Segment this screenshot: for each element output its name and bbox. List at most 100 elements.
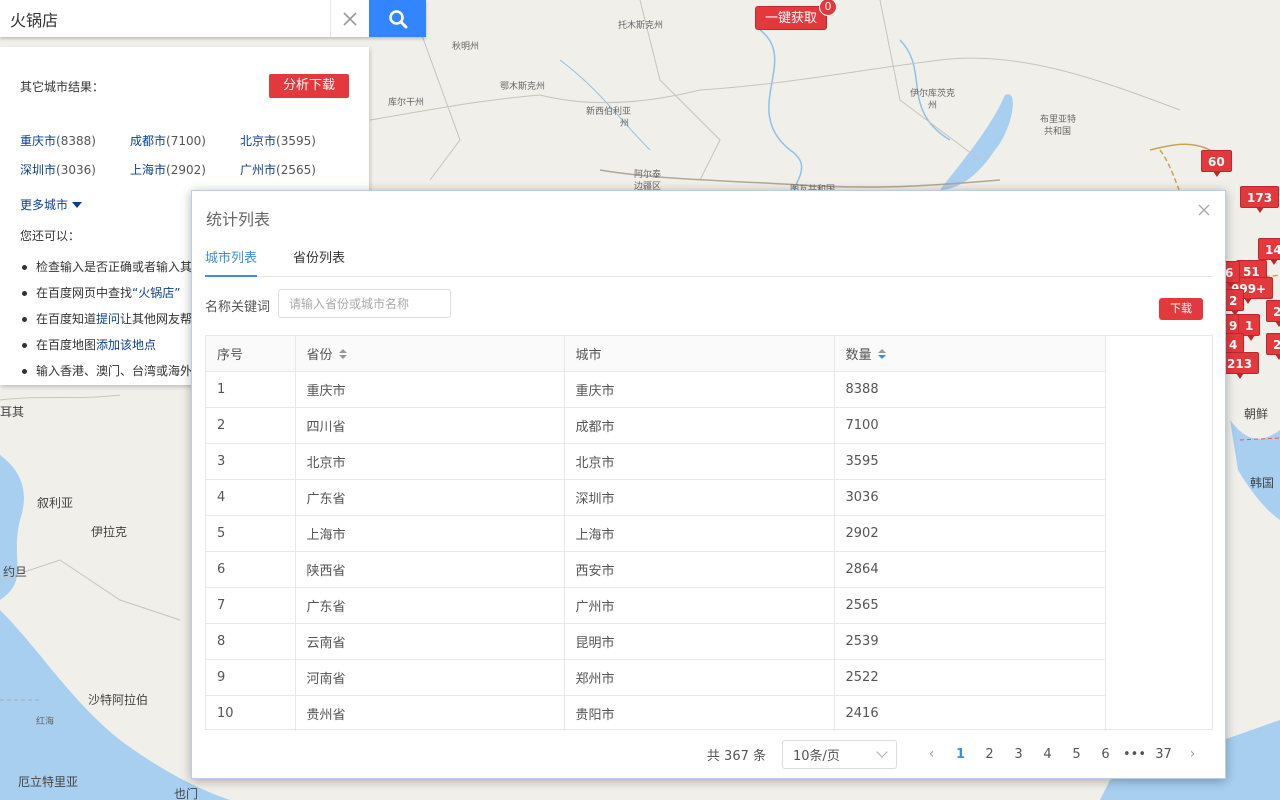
city-name: 广州市 [240,163,277,177]
analyze-download-button[interactable]: 分析下载 [269,74,349,98]
city-result-link[interactable]: 上海市(2902) [130,161,240,178]
next-page-button[interactable]: › [1178,746,1207,762]
cell-province: 贵州省 [295,695,565,731]
suggestion-text: 在百度网页中查找 [36,286,133,300]
map-place-label: 耳其 [0,405,25,419]
tab-city-list[interactable]: 城市列表 [205,249,258,277]
map-place-label: 共和国 [1044,127,1072,137]
city-name: 上海市 [130,163,167,177]
cell-province: 重庆市 [295,371,565,408]
suggestion-text: 让其他网友帮 [120,312,193,326]
map-place-label: 鄂木斯克州 [500,82,546,92]
prev-page-button[interactable]: ‹ [917,746,946,762]
map-place-label: 韩国 [1250,476,1275,490]
map-place-label: 州 [620,119,630,129]
cell-city: 西安市 [564,551,835,588]
cell-count: 2902 [834,515,1106,552]
map-place-label: 朝鲜 [1244,407,1269,421]
map-place-label: 沙特阿拉伯 [88,693,149,707]
table-row: 4 广东省 深圳市 3036 [206,479,1106,516]
city-count: (3036) [56,163,96,177]
suggestion-link[interactable]: 提问 [96,312,120,326]
cell-city: 重庆市 [564,371,835,408]
city-name: 深圳市 [20,163,57,177]
city-count: (2902) [166,163,206,177]
cluster-marker[interactable]: 60 [1201,150,1232,177]
map-place-label: 伊拉克 [91,525,128,539]
suggestion-link[interactable]: 添加该地点 [96,338,156,352]
table-header-row: 序号 省份 城市 数量 [206,336,1106,372]
cell-count: 8388 [834,371,1106,408]
city-result-link[interactable]: 深圳市(3036) [20,161,130,178]
city-result-link[interactable]: 广州市(2565) [240,161,350,178]
sort-icon[interactable] [877,349,886,361]
col-header-province[interactable]: 省份 [295,336,565,372]
city-result-link[interactable]: 北京市(3595) [240,132,350,149]
page-button[interactable]: 37 [1149,747,1178,762]
table-row: 3 北京市 北京市 3595 [206,443,1106,480]
cell-count: 2565 [834,587,1106,624]
page-button[interactable]: 6 [1091,747,1120,762]
table-row: 5 上海市 上海市 2902 [206,515,1106,552]
cluster-marker[interactable]: 14 [1258,238,1280,265]
page-size-value: 10条/页 [793,748,840,764]
chevron-down-icon [876,746,888,758]
col-header-count[interactable]: 数量 [834,336,1106,372]
other-city-results-title: 其它城市结果： [20,79,105,94]
city-count: (7100) [166,134,206,148]
suggestion-link[interactable]: “火锅店” [132,286,180,300]
city-result-list: 重庆市(8388) 成都市(7100) 北京市(3595) 深圳市(3036) 上海市(… [20,132,349,178]
cell-province: 云南省 [295,623,565,660]
page-button[interactable]: 3 [1004,747,1033,762]
city-result-link[interactable]: 重庆市(8388) [20,132,130,149]
suggestion-text: 在百度知道 [36,312,97,326]
sort-icon[interactable] [338,349,347,361]
tab-province-list[interactable]: 省份列表 [293,249,345,277]
cell-index: 5 [206,515,296,552]
page-button[interactable]: 4 [1033,747,1062,762]
cell-index: 8 [206,623,296,660]
clear-search-button[interactable] [330,0,369,37]
col-header-index: 序号 [206,336,296,372]
suggestion-text: 检查输入是否正确或者输入其 [36,260,193,274]
search-input[interactable] [0,0,330,37]
page-button[interactable]: 2 [975,747,1004,762]
cell-count: 3595 [834,443,1106,480]
table-row: 1 重庆市 重庆市 8388 [206,371,1106,408]
download-button[interactable]: 下载 [1159,298,1203,320]
cell-index: 1 [206,371,296,408]
stats-table: 序号 省份 城市 数量 1 重庆市 重庆市 8388 2 四川省 成都市 7100 3 北京市 北京… [205,335,1213,731]
one-click-fetch-button[interactable]: 一键获取 [755,6,827,30]
cell-city: 深圳市 [564,479,835,516]
page-size-select[interactable]: 10条/页 [782,739,897,769]
col-header-province-label: 省份 [306,347,333,363]
city-name: 北京市 [240,134,277,148]
table-row: 9 河南省 郑州市 2522 [206,659,1106,696]
cell-count: 2539 [834,623,1106,660]
table-row: 2 四川省 成都市 7100 [206,407,1106,444]
page-button[interactable]: 5 [1062,747,1091,762]
cluster-marker[interactable]: 173 [1240,186,1280,213]
map-place-label: 约旦 [3,565,28,579]
more-cities-link[interactable]: 更多城市 [20,196,83,213]
map-place-label: 叙利亚 [37,496,74,510]
close-icon[interactable] [1195,201,1213,219]
cell-index: 10 [206,695,296,731]
cell-province: 北京市 [295,443,565,480]
cell-city: 北京市 [564,443,835,480]
cluster-marker[interactable]: 2 [1266,300,1280,327]
search-box [0,0,426,37]
cell-index: 2 [206,407,296,444]
city-result-link[interactable]: 成都市(7100) [130,132,240,149]
cluster-marker[interactable]: 2 [1266,333,1280,360]
cell-city: 昆明市 [564,623,835,660]
page-ellipsis[interactable]: ••• [1120,747,1149,762]
table-row: 10 贵州省 贵阳市 2416 [206,695,1106,731]
table-row: 7 广东省 广州市 2565 [206,587,1106,624]
keyword-filter-input[interactable] [278,289,451,318]
page-button[interactable]: 1 [946,747,975,762]
cell-count: 3036 [834,479,1106,516]
col-header-city: 城市 [564,336,835,372]
search-button[interactable] [369,0,426,37]
page-numbers: 1 2 3 4 5 6 ••• 37 [946,747,1178,762]
